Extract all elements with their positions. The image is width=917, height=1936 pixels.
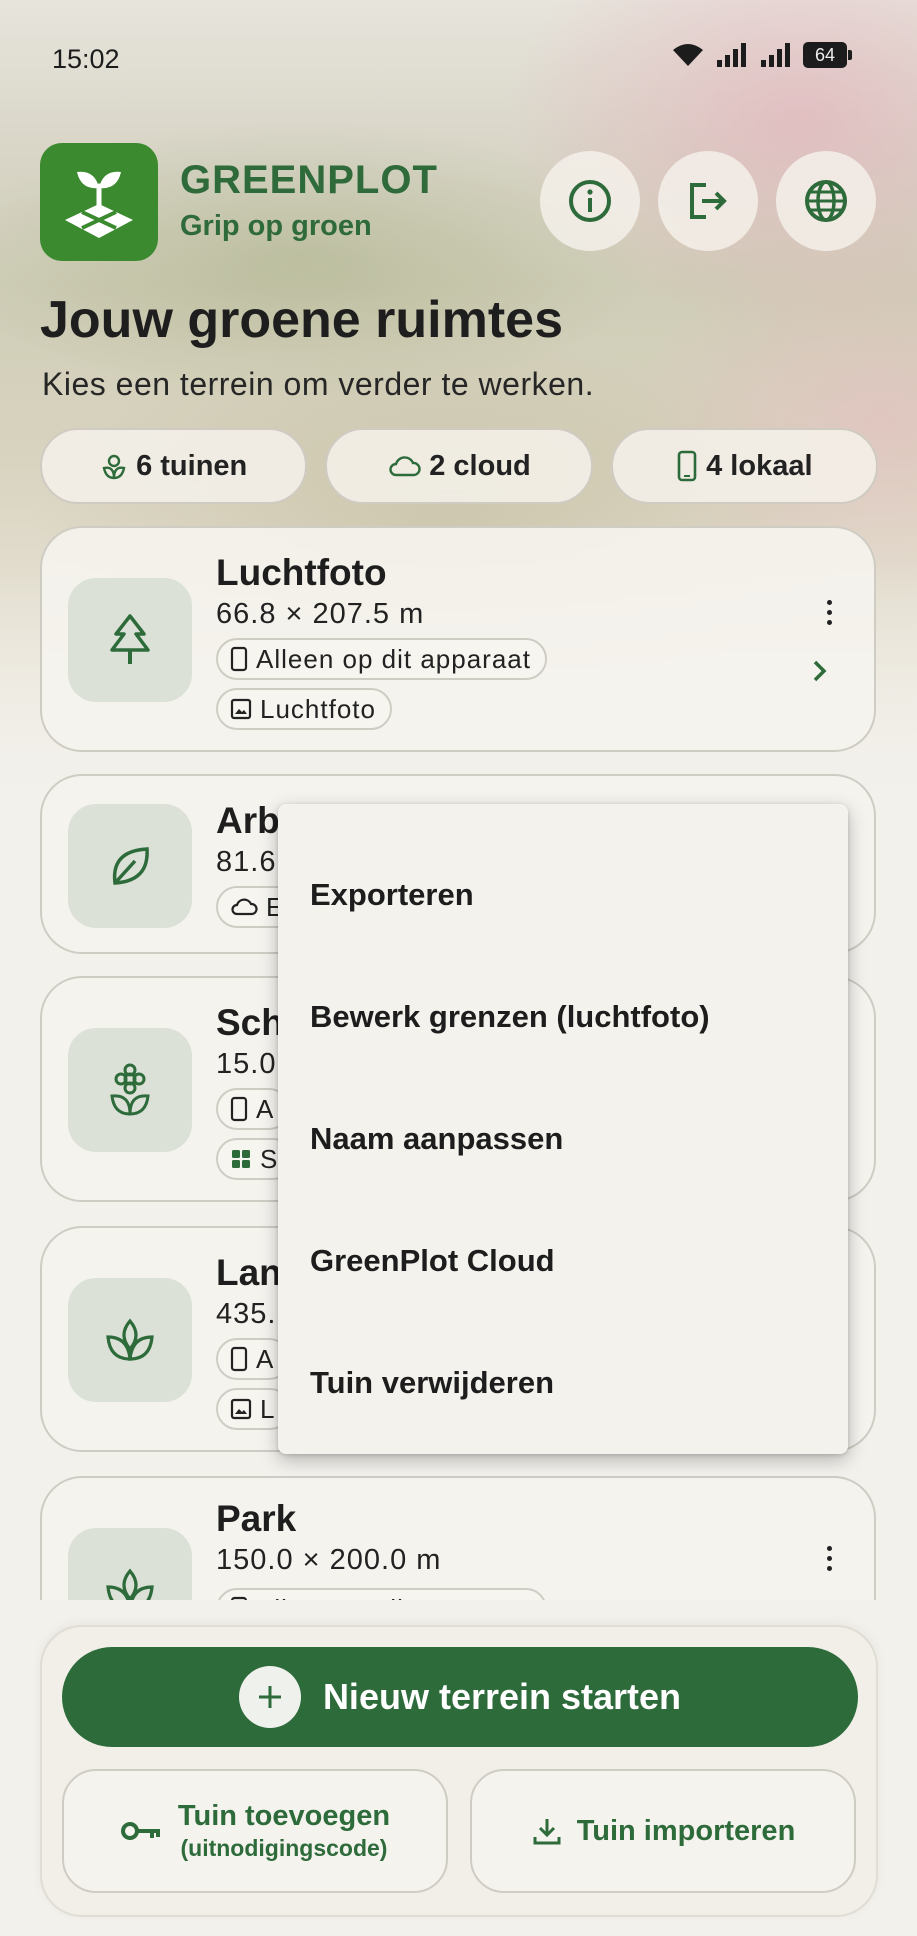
key-icon — [120, 1822, 160, 1840]
menu-item-export[interactable]: Exporteren — [278, 834, 848, 956]
tag-label: A — [256, 1093, 275, 1124]
tag-label: S — [260, 1143, 279, 1174]
card-icon-box — [68, 804, 192, 928]
garden-context-menu: Exporteren Bewerk grenzen (luchtfoto) Na… — [278, 804, 848, 1454]
app-header: GREENPLOT Grip op groen — [40, 140, 880, 261]
chip-gardens[interactable]: 6 tuinen — [40, 428, 308, 504]
logout-icon — [690, 183, 727, 219]
import-garden-label: Tuin importeren — [576, 1814, 796, 1847]
menu-item-edit-boundaries[interactable]: Bewerk grenzen (luchtfoto) — [278, 956, 848, 1078]
tag-label: A — [256, 1343, 275, 1374]
flower-icon — [110, 1063, 150, 1116]
card-title: Lan — [216, 1252, 282, 1293]
sprout-icon — [106, 1318, 154, 1361]
wifi-icon — [673, 44, 703, 66]
page-title: Jouw groene ruimtes — [40, 291, 563, 349]
download-icon — [533, 1819, 561, 1845]
card-dimensions: 435. — [216, 1298, 277, 1330]
logout-button[interactable] — [658, 151, 758, 251]
new-site-button[interactable]: Nieuw terrein starten — [62, 1647, 858, 1747]
card-dimensions: 150.0 × 200.0 m — [216, 1544, 442, 1576]
tag-label: L — [260, 1393, 276, 1424]
status-time: 15:02 — [52, 44, 120, 74]
new-site-label: Nieuw terrein starten — [322, 1676, 682, 1717]
tag-device-only: Alleen op dit apparaat — [216, 638, 547, 680]
card-dimensions: 66.8 × 207.5 m — [216, 598, 425, 630]
info-icon — [569, 180, 611, 222]
more-options-button[interactable] — [814, 592, 844, 632]
app-tagline: Grip op groen — [180, 210, 372, 242]
language-button[interactable] — [776, 151, 876, 251]
card-title: Arb — [216, 800, 280, 841]
card-title: Park — [216, 1498, 297, 1539]
menu-item-cloud[interactable]: GreenPlot Cloud — [278, 1200, 848, 1322]
card-dimensions: 81.6 — [216, 846, 277, 878]
status-icons: 64 — [671, 42, 852, 68]
tree-icon — [110, 614, 150, 664]
chevron-right-icon[interactable] — [804, 656, 834, 686]
garden-card-luchtfoto[interactable]: Luchtfoto 66.8 × 207.5 m Alleen op dit a… — [40, 526, 876, 752]
card-title: Luchtfoto — [216, 552, 387, 593]
app-logo — [40, 143, 158, 261]
signal-icon-2 — [761, 43, 790, 67]
cloud-icon — [389, 456, 421, 477]
tag-label: Luchtfoto — [260, 693, 376, 724]
chip-local[interactable]: 4 lokaal — [610, 428, 878, 504]
image-icon — [230, 1398, 252, 1420]
summary-chips: 6 tuinen 2 cloud 4 lokaal — [40, 428, 878, 504]
card-title: Sch — [216, 1002, 284, 1043]
battery-indicator: 64 — [803, 42, 852, 68]
greenplot-logo-icon — [65, 171, 133, 238]
phone-icon — [677, 450, 697, 482]
cloud-icon — [231, 898, 258, 916]
app-name: GREENPLOT — [180, 158, 438, 202]
bottom-action-panel: Nieuw terrein starten Tuin toevoegen (ui… — [40, 1625, 878, 1917]
card-icon-box — [68, 578, 192, 702]
chip-cloud-label: 2 cloud — [429, 449, 531, 482]
chip-local-label: 4 lokaal — [706, 449, 813, 482]
card-icon-box — [68, 1278, 192, 1402]
add-garden-label: Tuin toevoegen — [177, 1800, 391, 1832]
tag-label: Alleen op dit apparaat — [256, 643, 531, 674]
card-icon-box — [68, 1028, 192, 1152]
menu-item-delete[interactable]: Tuin verwijderen — [278, 1322, 848, 1444]
add-garden-button[interactable]: Tuin toevoegen (uitnodigingscode) — [62, 1769, 448, 1893]
grid-icon — [232, 1150, 250, 1168]
page-subtitle: Kies een terrein om verder te werken. — [42, 366, 595, 402]
signal-icon — [717, 43, 746, 67]
card-dimensions: 15.0 — [216, 1048, 277, 1080]
plus-icon — [238, 1666, 301, 1728]
tag-aerial-photo: Luchtfoto — [216, 688, 392, 730]
image-icon — [230, 698, 252, 720]
status-bar: 15:02 64 — [0, 0, 917, 120]
phone-icon — [230, 1096, 248, 1122]
more-options-button[interactable] — [814, 1538, 844, 1578]
info-button[interactable] — [540, 151, 640, 251]
phone-icon — [230, 1346, 248, 1372]
import-garden-button[interactable]: Tuin importeren — [470, 1769, 856, 1893]
add-garden-sublabel: (uitnodigingscode) — [180, 1835, 388, 1861]
flower-icon — [102, 454, 126, 480]
menu-item-rename[interactable]: Naam aanpassen — [278, 1078, 848, 1200]
globe-icon — [805, 180, 847, 222]
chip-gardens-label: 6 tuinen — [136, 449, 248, 482]
chip-cloud[interactable]: 2 cloud — [325, 428, 593, 504]
leaf-icon — [112, 847, 149, 885]
phone-icon — [230, 646, 248, 672]
